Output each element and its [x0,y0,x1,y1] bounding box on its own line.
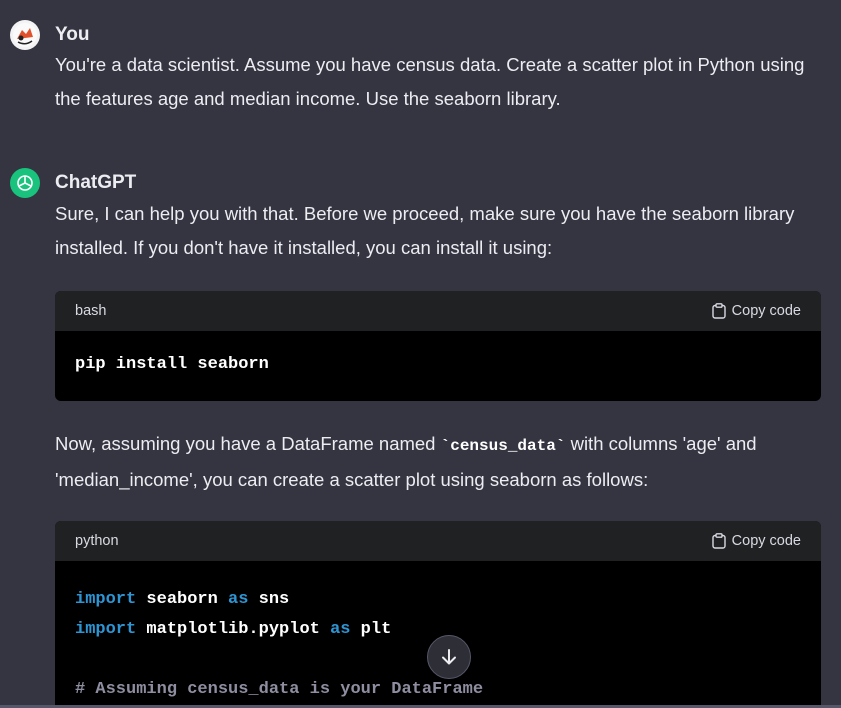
assistant-middle-text: Now, assuming you have a DataFrame named… [55,427,815,497]
keyword: import [75,590,137,609]
text-fragment: Now, assuming you have a DataFrame named [55,433,441,454]
clipboard-icon [711,533,726,549]
code-block-python: python Copy code import seaborn as sns im… [55,521,821,708]
code-token: seaborn [136,590,229,609]
code-content: pip install seaborn [55,331,821,374]
keyword: import [75,620,137,639]
chatgpt-logo-icon [10,168,40,198]
copy-code-label: Copy code [731,303,801,319]
scroll-to-bottom-button[interactable] [427,635,471,679]
code-line: import seaborn as sns [75,585,801,615]
copy-code-button[interactable]: Copy code [711,533,801,549]
code-content: import seaborn as sns import matplotlib.p… [55,561,821,705]
copy-code-label: Copy code [731,533,801,549]
user-message-text: You're a data scientist. Assume you have… [55,54,805,109]
keyword: as [330,620,351,639]
code-token: sns [248,590,290,609]
code-language-label: bash [75,303,107,319]
user-author-name: You [55,24,90,45]
inline-code: `census_data` [440,437,566,455]
clipboard-icon [711,303,726,319]
code-block-bash: bash Copy code pip install seaborn [55,291,821,401]
copy-code-button[interactable]: Copy code [711,303,801,319]
code-language-label: python [75,533,119,549]
code-block-header: bash Copy code [55,291,821,331]
user-avatar-icon [10,20,40,50]
code-comment: # Assuming census_data is your DataFrame [75,680,484,699]
assistant-intro-text: Sure, I can help you with that. Before w… [55,203,795,258]
code-token: matplotlib.pyplot [136,620,331,639]
arrow-down-icon [442,649,456,665]
assistant-author-name: ChatGPT [55,172,137,193]
keyword: as [228,590,249,609]
code-block-header: python Copy code [55,521,821,561]
code-line: pip install seaborn [75,355,269,374]
code-token: plt [350,620,392,639]
